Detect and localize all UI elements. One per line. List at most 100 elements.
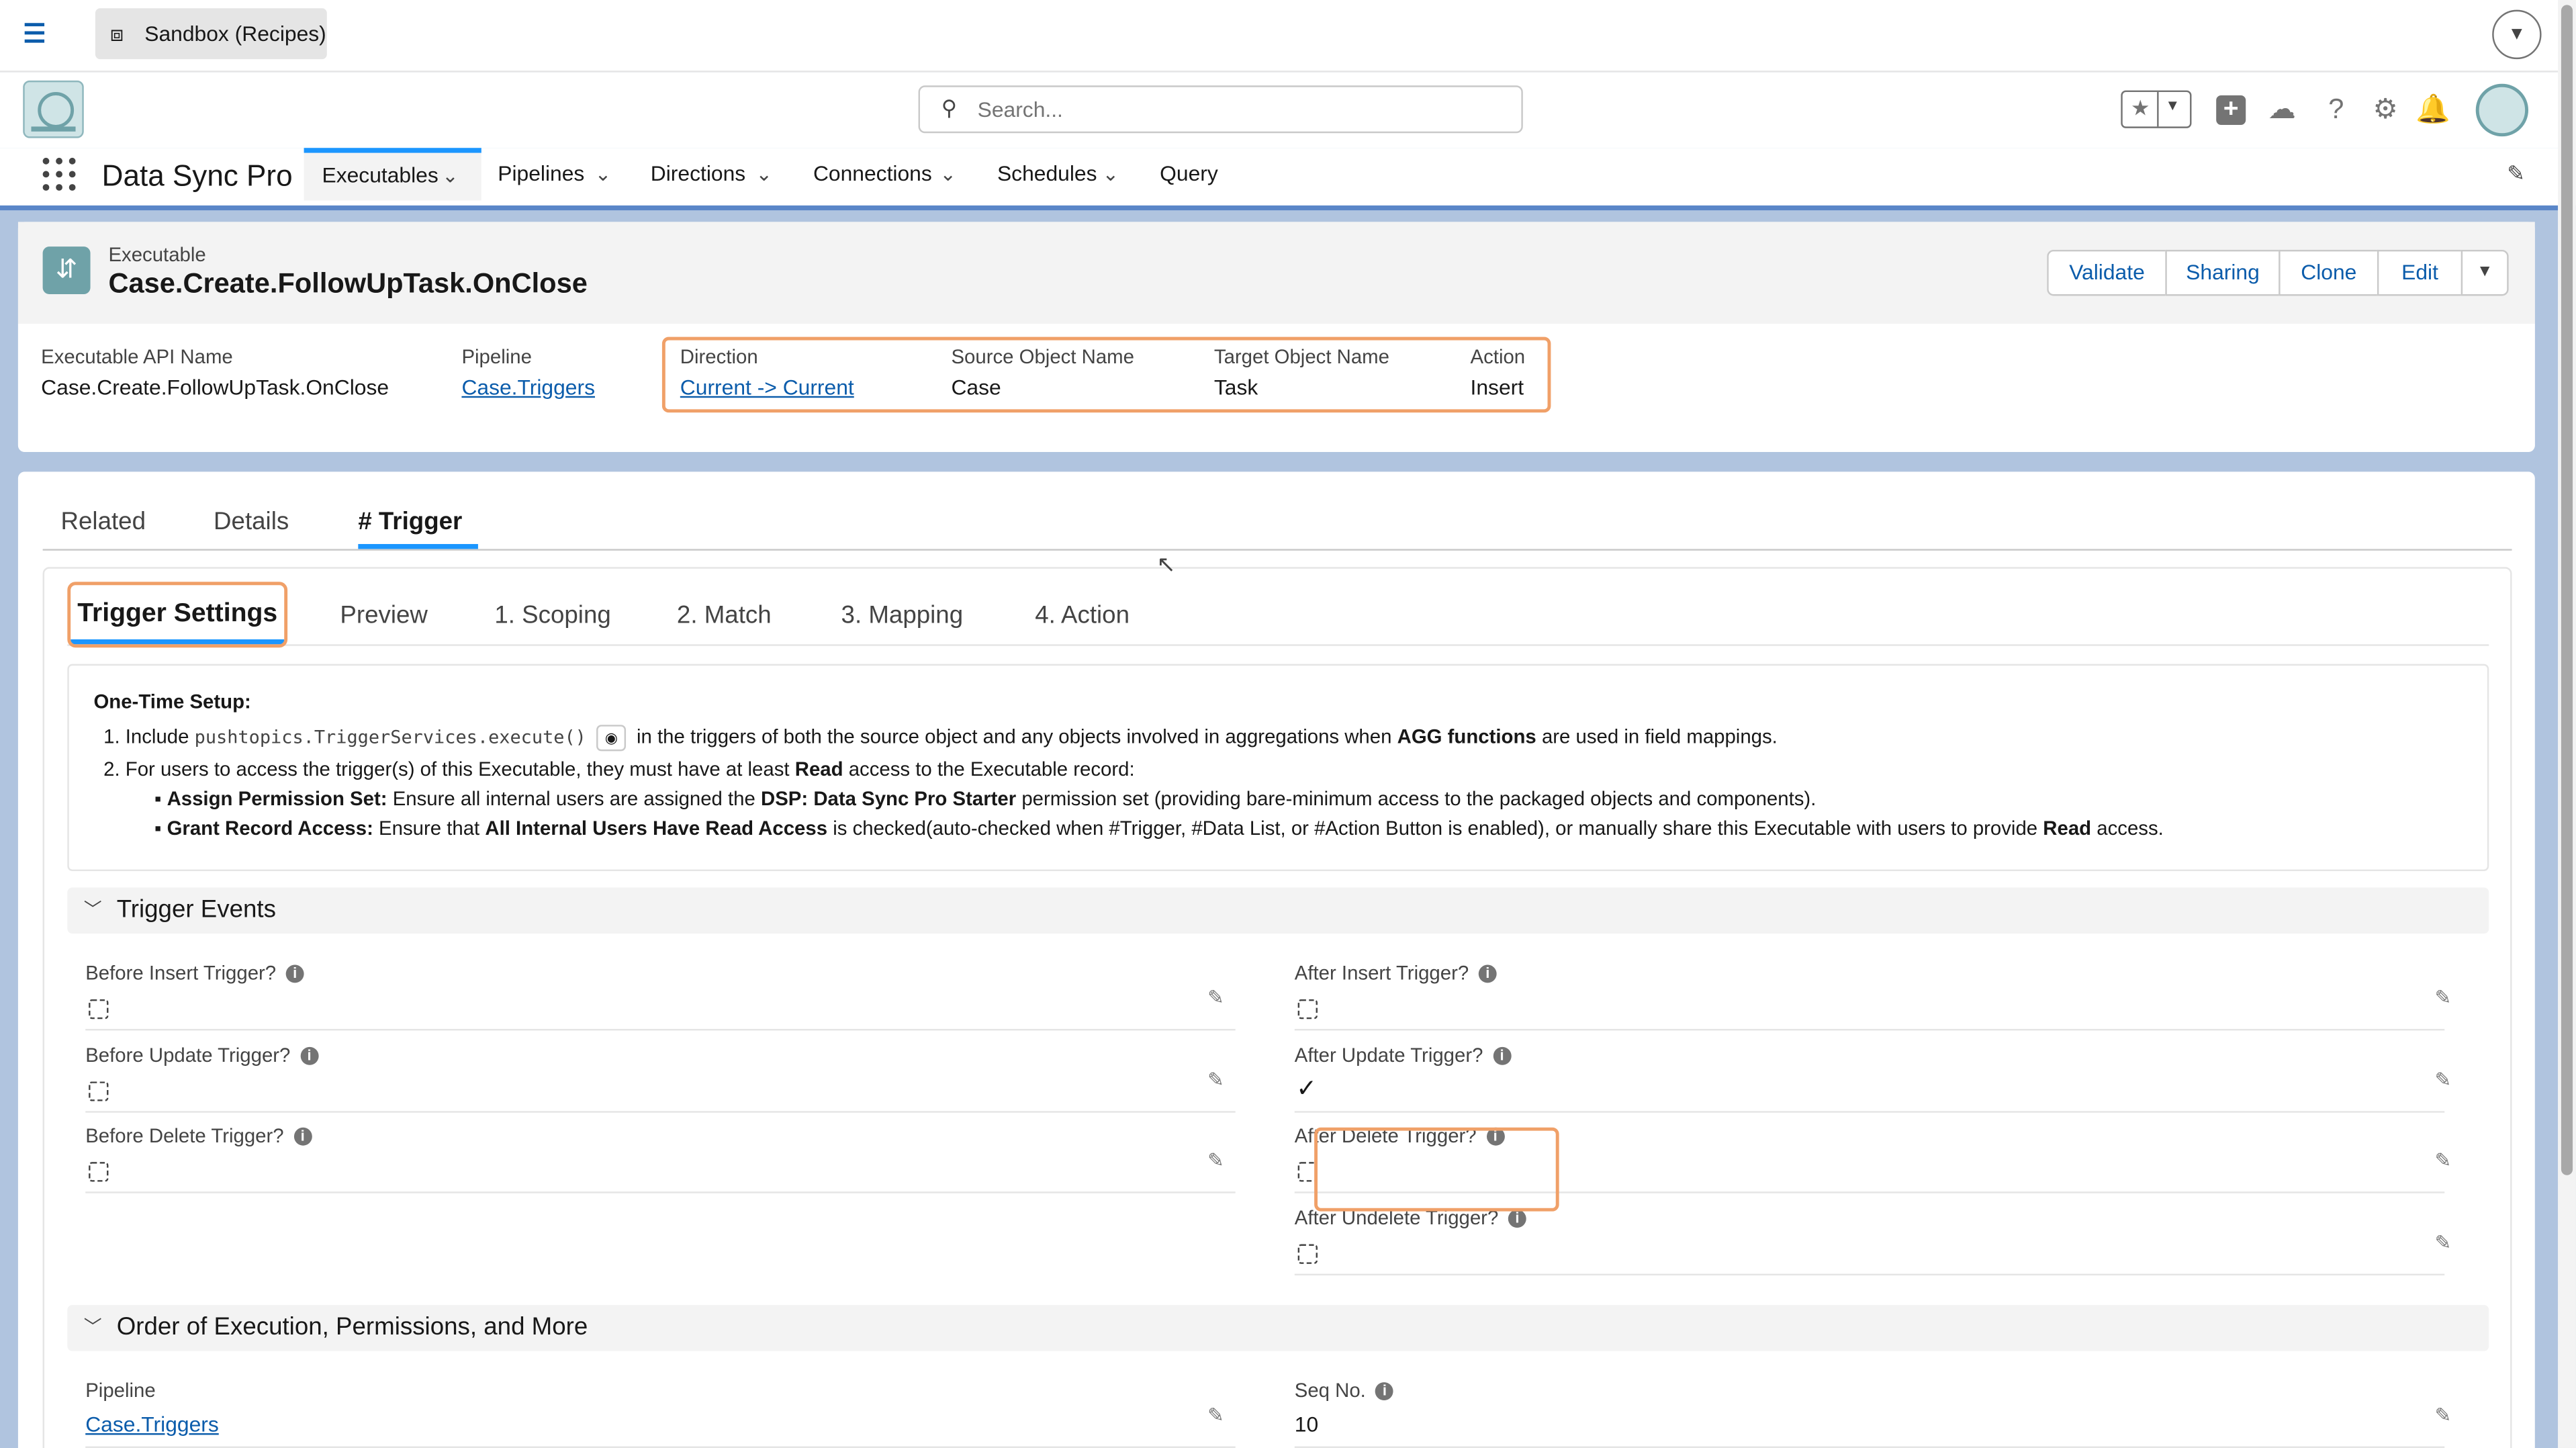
subtab-match[interactable]: 2. Match (677, 602, 772, 630)
trailhead-icon[interactable]: ☁ (2264, 92, 2300, 128)
setup-text: Ensure all internal users are assigned t… (392, 787, 755, 811)
search-input[interactable]: ⚲ Search... (918, 85, 1523, 134)
chevron-down-icon[interactable]: ▼ (2165, 97, 2180, 113)
section-order-of-execution[interactable]: ﹀ Order of Execution, Permissions, and M… (67, 1305, 2489, 1351)
sandbox-label: Sandbox (Recipes) (144, 21, 326, 46)
setup-text: permission set (providing bare-minimum a… (1021, 787, 1816, 811)
chevron-down-icon: ﹀ (83, 1318, 102, 1339)
pipeline-link[interactable]: Case.Triggers (461, 375, 595, 400)
checkbox-unchecked (89, 1162, 109, 1182)
sandbox-indicator[interactable]: ⧈ Sandbox (Recipes) (95, 8, 327, 60)
info-icon[interactable]: i (1375, 1382, 1394, 1401)
validate-button[interactable]: Validate (2047, 249, 2166, 296)
info-icon[interactable]: i (1478, 965, 1497, 984)
pencil-icon[interactable]: ✎ (1207, 1404, 1224, 1427)
pencil-icon[interactable]: ✎ (1207, 1149, 1224, 1172)
divider (67, 644, 2489, 646)
setup-bullet-record-access: ▪ Grant Record Access: Ensure that All I… (154, 817, 2164, 840)
nav-item-label: Schedules (997, 161, 1097, 186)
chevron-down-icon[interactable]: ⌄ (595, 148, 612, 200)
setup-text: in the triggers of both the source objec… (636, 725, 1392, 748)
nav-item-connections[interactable]: Connections ⌄ (813, 148, 969, 200)
sharing-button[interactable]: Sharing (2165, 249, 2279, 296)
pencil-icon[interactable]: ✎ (2435, 986, 2452, 1009)
subtab-action[interactable]: 4. Action (1035, 602, 1130, 630)
pencil-icon[interactable]: ✎ (1207, 1069, 1224, 1091)
app-launcher-icon[interactable] (42, 157, 76, 191)
subtab-trigger-settings[interactable]: Trigger Settings (67, 582, 288, 648)
gear-icon[interactable]: ⚙ (2367, 92, 2403, 128)
highlight-source-object: Source Object Name Case (951, 345, 1134, 400)
nav-item-directions[interactable]: Directions ⌄ (651, 148, 782, 200)
highlight-target-object: Target Object Name Task (1214, 345, 1389, 400)
avatar[interactable] (2475, 83, 2529, 137)
field-value: Task (1213, 374, 1258, 400)
highlight-action: Action Insert (1471, 345, 1526, 400)
trigger-panel: Trigger Settings Preview 1. Scoping 2. M… (42, 567, 2512, 1448)
chevron-down-icon[interactable]: ⌄ (755, 148, 772, 200)
tab-details[interactable]: Details (214, 508, 289, 536)
bullet: ▪ (154, 787, 162, 811)
pencil-icon[interactable]: ✎ (1207, 986, 1224, 1009)
highlight-annotation-box (1314, 1127, 1559, 1212)
subtab-scoping[interactable]: 1. Scoping (494, 602, 610, 630)
scrollbar-thumb[interactable] (2561, 5, 2573, 1175)
chevron-down-icon[interactable]: ⌄ (939, 148, 956, 200)
field-value: Insert (1470, 374, 1524, 400)
pencil-icon[interactable]: ✎ (2435, 1069, 2452, 1091)
chevron-down-icon[interactable]: ⌄ (1103, 148, 1119, 200)
info-icon[interactable]: i (1493, 1047, 1512, 1066)
star-icon: ★ (2130, 95, 2150, 120)
active-tab-indicator (358, 544, 478, 549)
chevron-down-icon[interactable]: ▼ (2492, 9, 2542, 60)
pencil-icon[interactable]: ✎ (2435, 1149, 2452, 1172)
app-nav-bar: Data Sync Pro Executables ⌄ Pipelines ⌄ … (0, 148, 2576, 211)
subtab-preview[interactable]: Preview (340, 602, 428, 630)
add-icon[interactable]: + (2213, 92, 2249, 128)
pipeline-link[interactable]: Case.Triggers (85, 1412, 219, 1437)
help-icon[interactable]: ? (2318, 92, 2354, 128)
hamburger-menu-icon[interactable] (16, 18, 52, 51)
nav-item-query[interactable]: Query (1160, 148, 1226, 200)
info-icon[interactable]: i (285, 965, 304, 984)
pencil-icon[interactable]: ✎ (2435, 1231, 2452, 1254)
highlight-executable-api-name: Executable API Name Case.Create.FollowUp… (41, 345, 389, 400)
pencil-icon[interactable]: ✎ (2435, 1404, 2452, 1427)
bell-icon[interactable]: 🔔 (2415, 92, 2451, 128)
more-actions-chevron-down-icon[interactable]: ▼ (2460, 249, 2509, 296)
chevron-down-icon[interactable]: ⌄ (442, 153, 459, 199)
field-label: Before Insert Trigger? i (85, 962, 304, 985)
record-header: ⇵ Executable Case.Create.FollowUpTask.On… (17, 222, 2535, 452)
nav-item-schedules[interactable]: Schedules ⌄ (997, 148, 1129, 200)
checkbox-unchecked (1297, 999, 1318, 1020)
search-icon: ⚲ (941, 95, 958, 120)
section-trigger-events[interactable]: ﹀ Trigger Events (67, 887, 2489, 934)
tab-trigger[interactable]: # Trigger (358, 508, 462, 536)
favorites-button[interactable]: ★ ▼ (2121, 90, 2192, 128)
field-value: Case.Create.FollowUpTask.OnClose (41, 374, 389, 400)
nav-item-executables[interactable]: Executables ⌄ (304, 148, 481, 201)
chevron-down-icon: ﹀ (83, 901, 102, 921)
setup-text: Ensure that (379, 817, 480, 840)
edit-nav-pencil-icon[interactable]: ✎ (2507, 161, 2525, 187)
info-icon[interactable]: i (1508, 1210, 1526, 1228)
field-before-delete-trigger: Before Delete Trigger? i ✎ (85, 1113, 1236, 1193)
org-logo[interactable] (23, 80, 84, 138)
subtab-mapping[interactable]: 3. Mapping (841, 602, 964, 630)
info-icon[interactable]: i (300, 1047, 318, 1066)
info-icon[interactable]: i (293, 1128, 312, 1146)
section-title: Order of Execution, Permissions, and Mor… (116, 1313, 588, 1341)
clone-button[interactable]: Clone (2279, 249, 2377, 296)
one-time-setup-box: One-Time Setup: 1. Include pushtopics.Tr… (67, 664, 2489, 872)
edit-button[interactable]: Edit (2377, 249, 2461, 296)
nav-item-pipelines[interactable]: Pipelines ⌄ (498, 148, 629, 200)
field-label: After Update Trigger? i (1295, 1044, 1512, 1067)
field-label: Pipeline (85, 1379, 156, 1402)
direction-link[interactable]: Current -> Current (680, 375, 854, 400)
sandbox-bar: ⧈ Sandbox (Recipes) ▼ (0, 0, 2576, 73)
eye-icon[interactable]: ◉ (596, 725, 627, 752)
checkmark-icon: ✓ (1296, 1075, 1317, 1103)
tab-related[interactable]: Related (61, 508, 146, 536)
nav-item-label: Executables (322, 163, 439, 187)
setup-text: is checked(auto-checked when #Trigger, #… (833, 817, 2038, 840)
